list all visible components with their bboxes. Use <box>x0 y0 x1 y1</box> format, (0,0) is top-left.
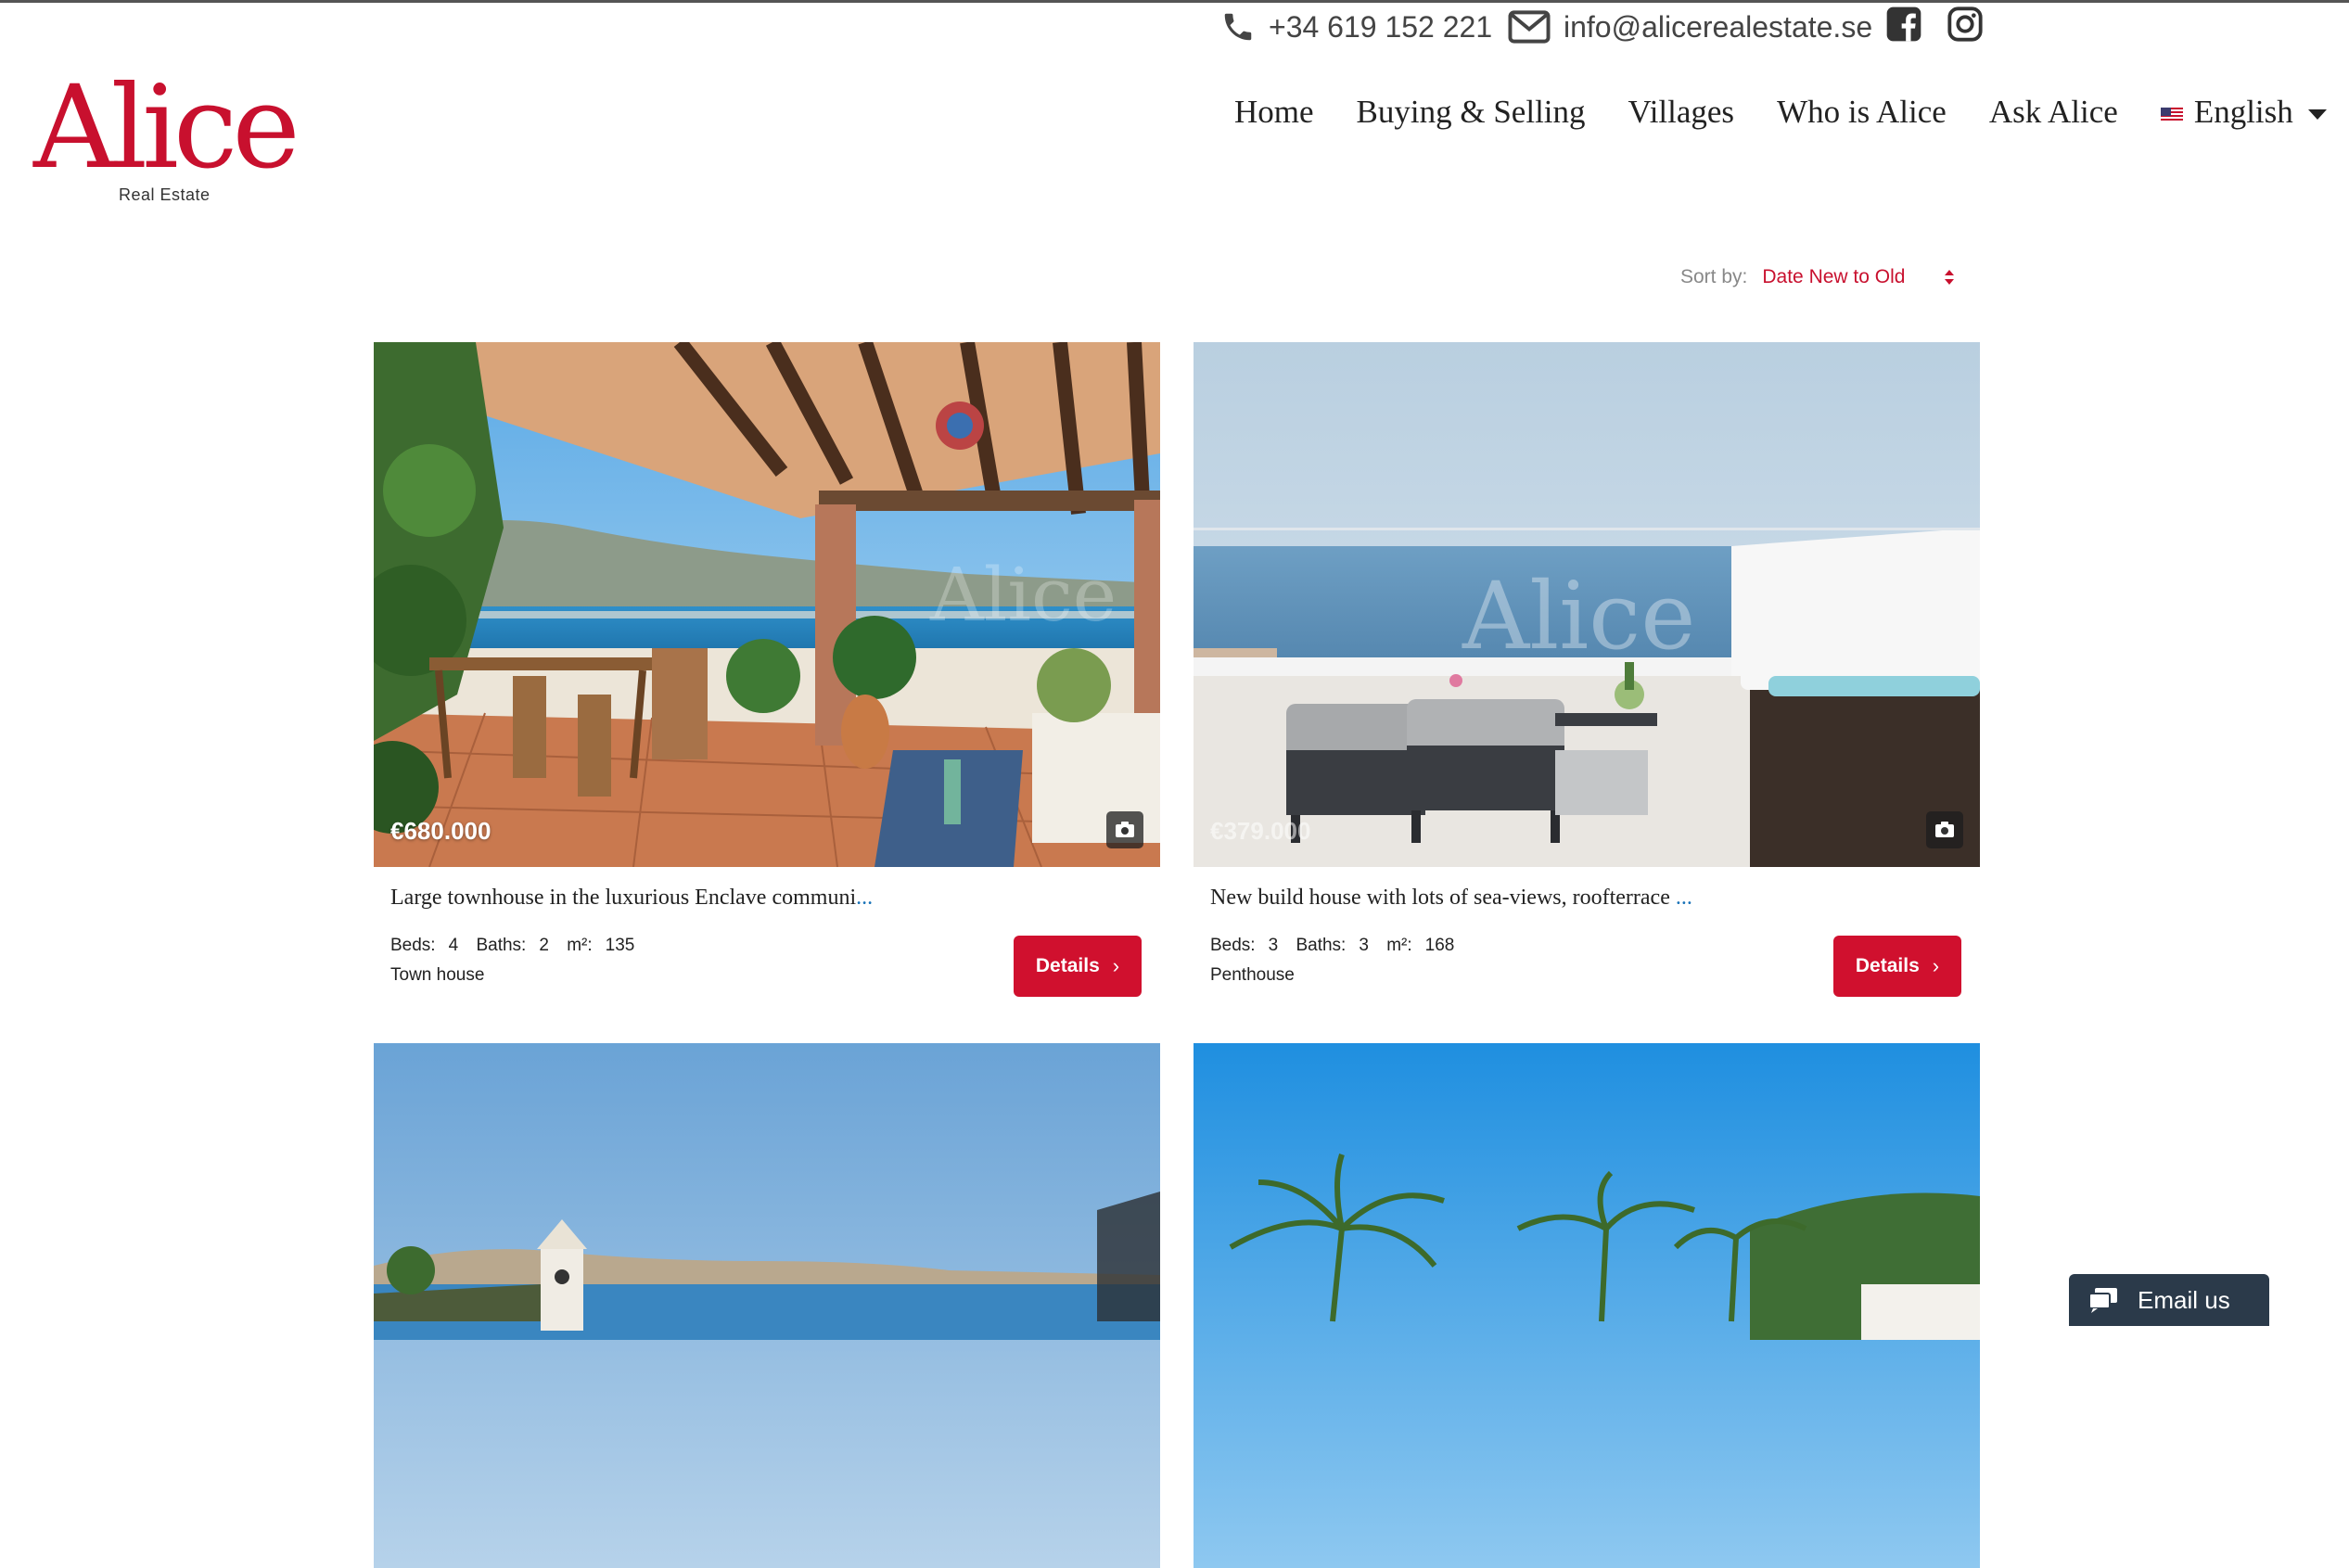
listing-photo[interactable] <box>1194 1043 1980 1568</box>
listing-title[interactable]: New build house with lots of sea-views, … <box>1210 886 1692 911</box>
nav-who-is-alice[interactable]: Who is Alice <box>1777 94 1947 131</box>
chevron-right-icon: › <box>1112 954 1120 977</box>
terrace-photo: Alice <box>374 342 1160 867</box>
beds-value: 3 <box>1268 936 1279 955</box>
site-logo[interactable]: Alice Real Estate <box>33 70 302 217</box>
language-label: English <box>2193 94 2293 130</box>
beds-label: Beds: <box>1210 936 1256 955</box>
details-label: Details <box>1035 955 1100 976</box>
header-email[interactable]: info@alicerealestate.se <box>1508 6 1872 48</box>
sort-value[interactable]: Date New to Old <box>1762 266 1905 288</box>
sort-arrows-icon <box>1945 270 1954 285</box>
camera-icon <box>1116 822 1134 837</box>
instagram-icon <box>1947 6 1983 42</box>
main-nav: Home Buying & Selling Villages Who is Al… <box>1234 89 2327 135</box>
chat-icon <box>2088 1288 2117 1313</box>
phone-number: +34 619 152 221 <box>1269 9 1493 44</box>
language-selector[interactable]: English <box>2160 94 2327 131</box>
beds-value: 4 <box>448 936 459 955</box>
baths-value: 3 <box>1359 936 1369 955</box>
area-label: m²: <box>1386 936 1412 955</box>
facebook-link[interactable] <box>1885 6 1922 43</box>
listing-photo[interactable]: Alice €379.000 <box>1194 342 1980 867</box>
nav-villages[interactable]: Villages <box>1628 94 1735 131</box>
area-value: 135 <box>605 936 635 955</box>
logo-subtitle: Real Estate <box>119 185 211 204</box>
property-type: Penthouse <box>1210 965 1295 985</box>
property-type: Town house <box>390 965 485 985</box>
us-flag-icon <box>2160 108 2183 122</box>
logo-wordmark: Alice <box>33 61 300 195</box>
svg-text:Alice: Alice <box>929 552 1117 638</box>
area-label: m²: <box>567 936 593 955</box>
listing-title-text: Large townhouse in the luxurious Enclave… <box>390 886 857 910</box>
listing-price: €680.000 <box>390 817 492 845</box>
chevron-right-icon: › <box>1932 954 1940 977</box>
email-address: info@alicerealestate.se <box>1564 9 1873 44</box>
nav-ask-alice[interactable]: Ask Alice <box>1989 94 2118 131</box>
listing-photo[interactable] <box>374 1043 1160 1568</box>
details-button[interactable]: Details › <box>1014 936 1142 997</box>
listing-price: €379.000 <box>1210 817 1311 845</box>
sort-control[interactable]: Sort by: Date New to Old <box>1680 263 1954 291</box>
beds-label: Beds: <box>390 936 436 955</box>
svg-text:Alice: Alice <box>1462 562 1695 670</box>
gallery-button[interactable] <box>1106 811 1143 848</box>
top-border <box>0 0 2349 3</box>
camera-icon <box>1935 822 1954 837</box>
area-value: 168 <box>1424 936 1455 955</box>
listing-photo[interactable]: Alice €680.000 <box>374 342 1160 867</box>
email-us-widget[interactable]: Email us <box>2069 1274 2269 1326</box>
nav-buying-selling[interactable]: Buying & Selling <box>1357 94 1586 131</box>
gallery-button[interactable] <box>1926 811 1963 848</box>
listing-title-ellipsis: ... <box>856 886 874 910</box>
email-us-label: Email us <box>2138 1285 2230 1314</box>
mail-icon <box>1508 10 1551 44</box>
listing-title-ellipsis: ... <box>1675 886 1692 910</box>
phone-icon <box>1224 13 1252 41</box>
facebook-icon <box>1886 6 1921 42</box>
listing-specs: Beds: 3 Baths: 3 m²: 168 <box>1210 936 1467 956</box>
baths-label: Baths: <box>476 936 527 955</box>
rooftop-jacuzzi-photo: Alice <box>1194 342 1980 867</box>
chevron-down-icon <box>2307 108 2327 120</box>
instagram-link[interactable] <box>1947 6 1984 43</box>
village-view-photo <box>374 1043 1160 1568</box>
details-label: Details <box>1855 955 1920 976</box>
listing-title[interactable]: Large townhouse in the luxurious Enclave… <box>390 886 873 911</box>
baths-label: Baths: <box>1296 936 1347 955</box>
palm-trees-photo <box>1194 1043 1980 1568</box>
details-button[interactable]: Details › <box>1833 936 1961 997</box>
listing-title-text: New build house with lots of sea-views, … <box>1210 886 1676 910</box>
nav-home[interactable]: Home <box>1234 94 1314 131</box>
header-phone[interactable]: +34 619 152 221 <box>1220 6 1492 48</box>
baths-value: 2 <box>539 936 549 955</box>
listing-specs: Beds: 4 Baths: 2 m²: 135 <box>390 936 647 956</box>
sort-label: Sort by: <box>1680 266 1748 287</box>
